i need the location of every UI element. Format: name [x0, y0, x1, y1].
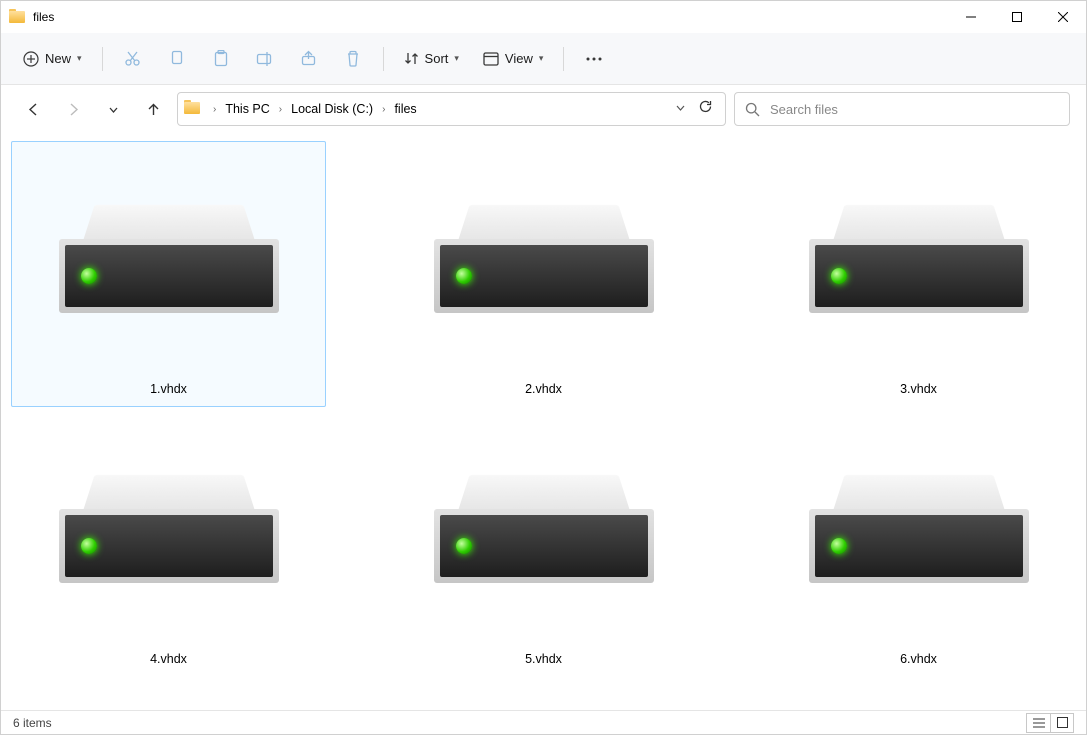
plus-circle-icon — [23, 51, 39, 67]
drive-icon — [429, 148, 659, 348]
up-button[interactable] — [137, 93, 169, 125]
item-count: 6 items — [13, 716, 52, 730]
maximize-button[interactable] — [994, 1, 1040, 33]
address-bar[interactable]: › This PC › Local Disk (C:) › files — [177, 92, 726, 126]
folder-icon — [184, 100, 202, 118]
copy-icon — [169, 50, 185, 67]
view-toggle — [1026, 713, 1074, 733]
details-view-button[interactable] — [1026, 713, 1050, 733]
breadcrumb-this-pc[interactable]: This PC — [221, 100, 273, 118]
status-bar: 6 items — [1, 710, 1086, 734]
trash-icon — [345, 50, 361, 68]
new-label: New — [45, 51, 71, 66]
paste-icon — [213, 50, 229, 68]
file-name: 6.vhdx — [900, 652, 937, 666]
window-title: files — [33, 10, 948, 24]
breadcrumb-folder[interactable]: files — [390, 100, 420, 118]
view-label: View — [505, 51, 533, 66]
sort-button[interactable]: Sort ▾ — [394, 41, 469, 77]
file-item[interactable]: 5.vhdx — [386, 411, 701, 677]
view-button[interactable]: View ▾ — [473, 41, 553, 77]
search-icon — [745, 102, 760, 117]
file-name: 3.vhdx — [900, 382, 937, 396]
recent-dropdown[interactable] — [97, 93, 129, 125]
file-item[interactable]: 2.vhdx — [386, 141, 701, 407]
view-icon — [483, 52, 499, 66]
chevron-down-icon: ▾ — [454, 53, 459, 64]
share-button[interactable] — [289, 41, 329, 77]
paste-button[interactable] — [201, 41, 241, 77]
file-item[interactable]: 4.vhdx — [11, 411, 326, 677]
search-input[interactable] — [770, 102, 1059, 117]
icons-view-button[interactable] — [1050, 713, 1074, 733]
cut-button[interactable] — [113, 41, 153, 77]
file-name: 2.vhdx — [525, 382, 562, 396]
chevron-down-icon: ▾ — [539, 53, 544, 64]
back-button[interactable] — [17, 93, 49, 125]
chevron-down-icon: ▾ — [77, 53, 82, 64]
rename-icon — [256, 51, 274, 67]
new-button[interactable]: New ▾ — [13, 41, 92, 77]
ellipsis-icon — [586, 57, 602, 61]
drive-icon — [804, 148, 1034, 348]
drive-icon — [429, 418, 659, 618]
drive-icon — [804, 418, 1034, 618]
sort-label: Sort — [425, 51, 449, 66]
more-button[interactable] — [574, 41, 614, 77]
chevron-right-icon: › — [210, 104, 219, 115]
breadcrumb-drive[interactable]: Local Disk (C:) — [287, 100, 377, 118]
nav-row: › This PC › Local Disk (C:) › files — [1, 85, 1086, 133]
minimize-button[interactable] — [948, 1, 994, 33]
toolbar: New ▾ Sort ▾ View ▾ — [1, 33, 1086, 85]
address-dropdown[interactable] — [675, 100, 686, 118]
delete-button[interactable] — [333, 41, 373, 77]
file-name: 4.vhdx — [150, 652, 187, 666]
refresh-button[interactable] — [698, 99, 713, 119]
file-pane[interactable]: 1.vhdx 2.vhdx 3.vhdx 4.vhdx — [1, 133, 1086, 710]
file-item[interactable]: 6.vhdx — [761, 411, 1076, 677]
title-bar: files — [1, 1, 1086, 33]
forward-button[interactable] — [57, 93, 89, 125]
window-controls — [948, 1, 1086, 33]
cut-icon — [124, 50, 141, 67]
drive-icon — [54, 148, 284, 348]
chevron-right-icon: › — [276, 104, 285, 115]
share-icon — [300, 50, 317, 67]
file-item[interactable]: 1.vhdx — [11, 141, 326, 407]
file-name: 5.vhdx — [525, 652, 562, 666]
separator — [102, 47, 103, 71]
search-box[interactable] — [734, 92, 1070, 126]
copy-button[interactable] — [157, 41, 197, 77]
file-name: 1.vhdx — [150, 382, 187, 396]
close-button[interactable] — [1040, 1, 1086, 33]
chevron-right-icon: › — [379, 104, 388, 115]
sort-icon — [404, 51, 419, 66]
file-item[interactable]: 3.vhdx — [761, 141, 1076, 407]
rename-button[interactable] — [245, 41, 285, 77]
separator — [383, 47, 384, 71]
app-folder-icon — [9, 9, 25, 25]
drive-icon — [54, 418, 284, 618]
separator — [563, 47, 564, 71]
